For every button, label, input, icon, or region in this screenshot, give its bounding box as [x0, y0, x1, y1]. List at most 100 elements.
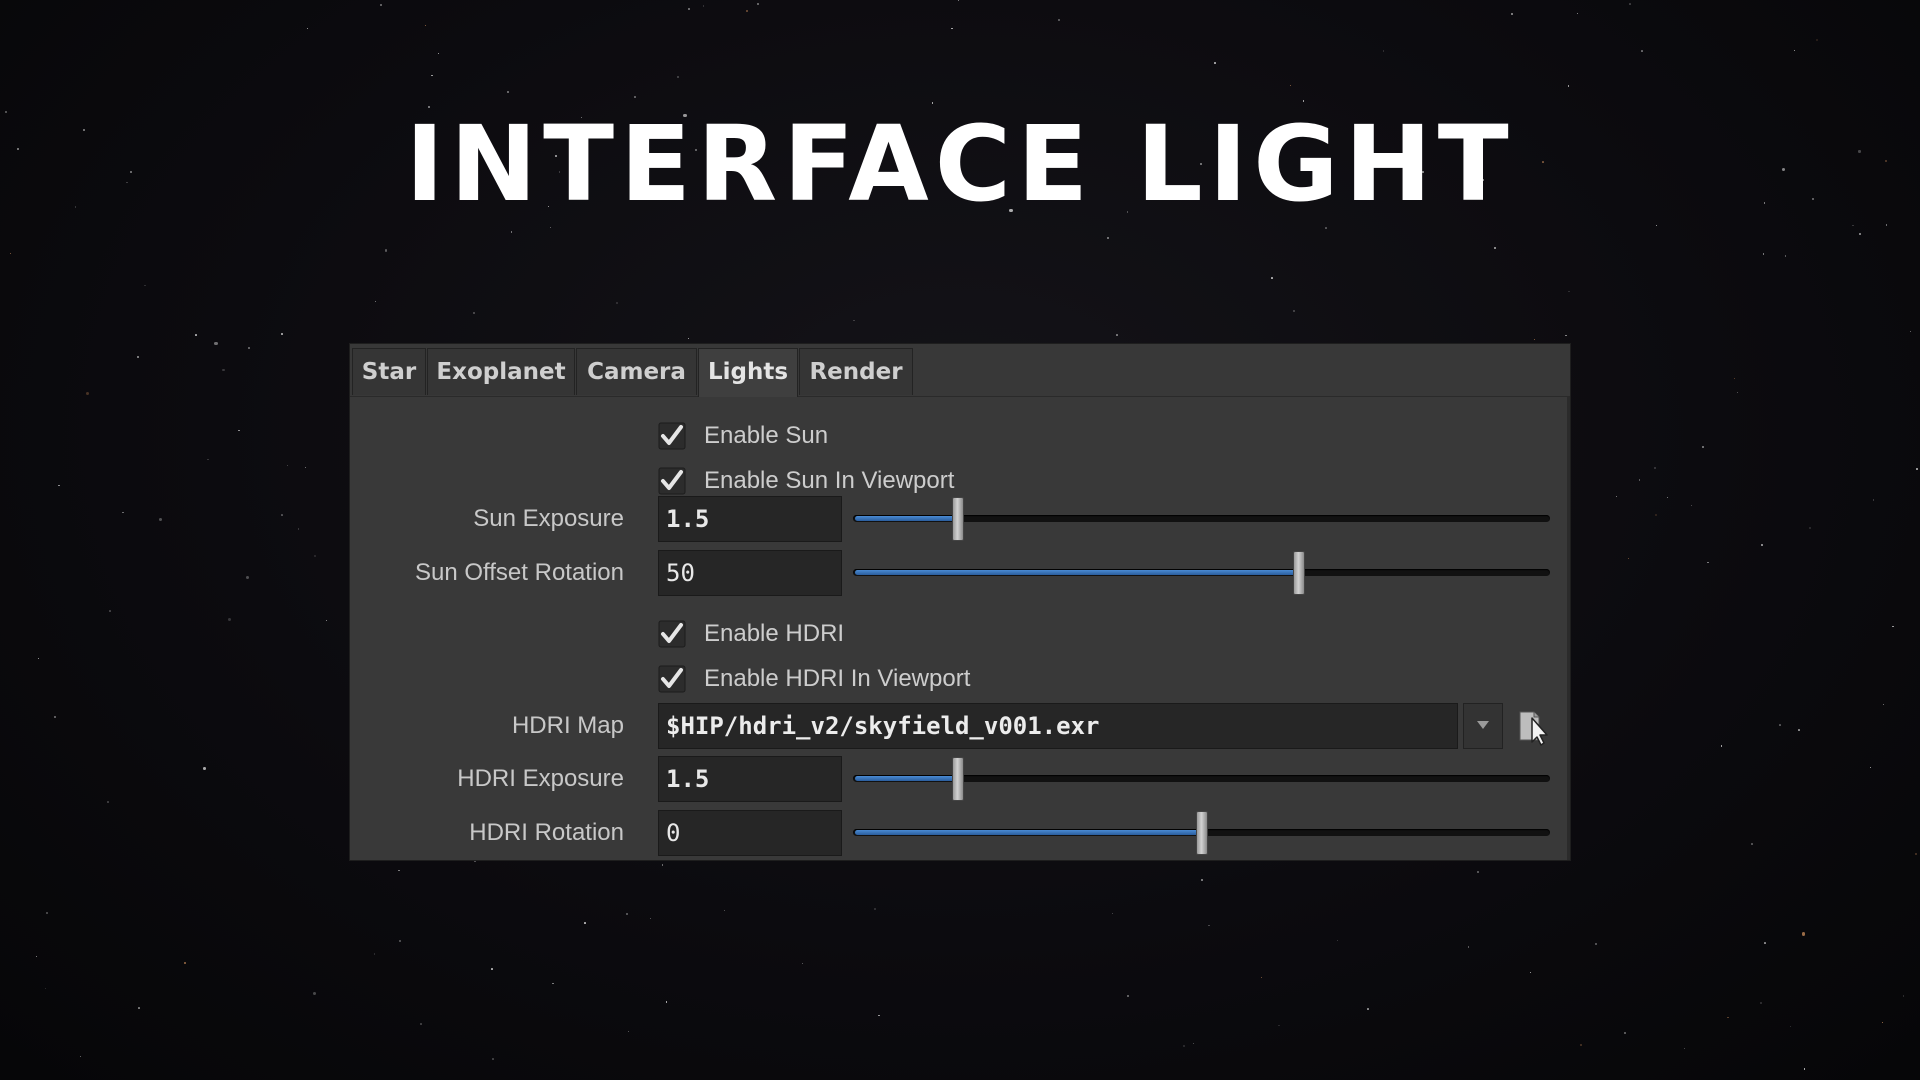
- star-dot: [702, 5, 705, 7]
- star-dot: [506, 90, 510, 93]
- star-dot: [661, 863, 664, 866]
- star-dot: [1565, 334, 1567, 337]
- star-dot: [472, 311, 475, 314]
- star-dot: [313, 992, 317, 996]
- star-dot: [57, 484, 60, 487]
- star-dot: [616, 301, 619, 304]
- star-dot: [183, 961, 186, 964]
- hdri-exposure-field[interactable]: 1.5: [658, 756, 842, 802]
- slider-handle[interactable]: [1195, 811, 1208, 855]
- star-dot: [1915, 467, 1918, 470]
- star-dot: [1293, 310, 1296, 312]
- star-dot: [313, 554, 316, 557]
- checkmark-icon[interactable]: [658, 620, 686, 648]
- star-dot: [552, 982, 554, 985]
- sun-exposure-label: Sun Exposure: [473, 505, 624, 532]
- star-dot: [1882, 704, 1884, 706]
- checkmark-icon[interactable]: [658, 422, 686, 450]
- hdri-rotation-label: HDRI Rotation: [469, 819, 624, 846]
- star-dot: [1892, 625, 1894, 628]
- file-browse-icon[interactable]: [1517, 704, 1551, 748]
- star-dot: [1058, 19, 1060, 21]
- star-dot: [1127, 994, 1130, 997]
- star-dot: [756, 2, 760, 5]
- star-dot: [665, 1001, 668, 1004]
- hdri-map-field[interactable]: $HIP/hdri_v2/skyfield_v001.exr: [658, 703, 1458, 749]
- star-dot: [1576, 12, 1578, 14]
- star-dot: [1809, 526, 1812, 529]
- star-dot: [951, 27, 953, 29]
- star-dot: [245, 576, 249, 580]
- star-dot: [304, 466, 306, 468]
- star-dot: [281, 513, 283, 516]
- slider-handle[interactable]: [951, 497, 964, 541]
- star-dot: [801, 962, 804, 965]
- star-dot: [1751, 843, 1754, 846]
- tab-render[interactable]: Render: [799, 348, 913, 395]
- star-dot: [36, 955, 38, 958]
- sun-exposure-field[interactable]: 1.5: [658, 496, 842, 542]
- sun-offset-rotation-field[interactable]: 50: [658, 550, 842, 596]
- star-dot: [1702, 445, 1705, 448]
- slider-handle[interactable]: [951, 757, 964, 801]
- tab-lights[interactable]: Lights: [698, 348, 798, 397]
- star-dot: [1271, 277, 1274, 280]
- slider-fill: [855, 570, 1300, 575]
- star-dot: [399, 939, 402, 942]
- star-dot: [45, 987, 47, 989]
- checkmark-icon[interactable]: [658, 665, 686, 693]
- star-dot: [473, 860, 476, 863]
- star-dot: [222, 369, 225, 372]
- star-dot: [109, 609, 112, 612]
- star-dot: [1690, 504, 1693, 507]
- star-dot: [490, 967, 493, 970]
- star-dot: [374, 300, 377, 303]
- star-dot: [1533, 338, 1536, 341]
- star-dot: [1793, 50, 1795, 52]
- star-dot: [385, 249, 388, 252]
- slider-handle[interactable]: [1293, 551, 1306, 595]
- sun-offset-rotation-slider[interactable]: [853, 551, 1550, 595]
- star-dot: [1801, 932, 1805, 936]
- hdri-map-dropdown-button[interactable]: [1463, 703, 1503, 749]
- star-dot: [297, 528, 300, 530]
- star-dot: [878, 1014, 880, 1017]
- star-dot: [207, 458, 209, 461]
- hdri-map-label: HDRI Map: [511, 712, 624, 739]
- star-dot: [437, 53, 440, 55]
- lights-tab-content: Enable Sun Enable Sun In Viewport Sun Ex…: [350, 397, 1570, 860]
- slider-fill: [855, 516, 958, 521]
- star-dot: [1116, 334, 1119, 336]
- hdri-exposure-label: HDRI Exposure: [457, 765, 624, 792]
- tab-camera[interactable]: Camera: [576, 348, 697, 395]
- star-dot: [325, 619, 328, 622]
- star-dot: [1764, 942, 1766, 945]
- star-dot: [1653, 467, 1656, 470]
- star-dot: [203, 767, 206, 771]
- star-dot: [745, 9, 748, 12]
- slider-fill: [855, 776, 958, 781]
- hdri-rotation-slider[interactable]: [853, 811, 1550, 855]
- star-dot: [1858, 233, 1861, 236]
- star-dot: [1656, 225, 1658, 227]
- star-dot: [286, 465, 288, 467]
- star-dot: [1869, 767, 1871, 769]
- hdri-rotation-field[interactable]: 0: [658, 810, 842, 856]
- star-dot: [1193, 1042, 1195, 1045]
- star-dot: [1367, 1008, 1370, 1010]
- star-dot: [649, 917, 652, 920]
- star-dot: [86, 392, 90, 396]
- star-dot: [549, 226, 551, 228]
- star-dot: [1214, 62, 1216, 65]
- star-dot: [1798, 729, 1800, 732]
- hdri-exposure-slider[interactable]: [853, 757, 1550, 801]
- star-dot: [1529, 971, 1532, 974]
- tab-star[interactable]: Star: [352, 348, 426, 395]
- star-dot: [1761, 544, 1763, 546]
- sun-exposure-slider[interactable]: [853, 497, 1550, 541]
- tab-exoplanet[interactable]: Exoplanet: [427, 348, 575, 395]
- star-dot: [1325, 227, 1327, 229]
- checkmark-icon[interactable]: [658, 467, 686, 495]
- star-dot: [1666, 497, 1668, 499]
- star-dot: [380, 3, 383, 6]
